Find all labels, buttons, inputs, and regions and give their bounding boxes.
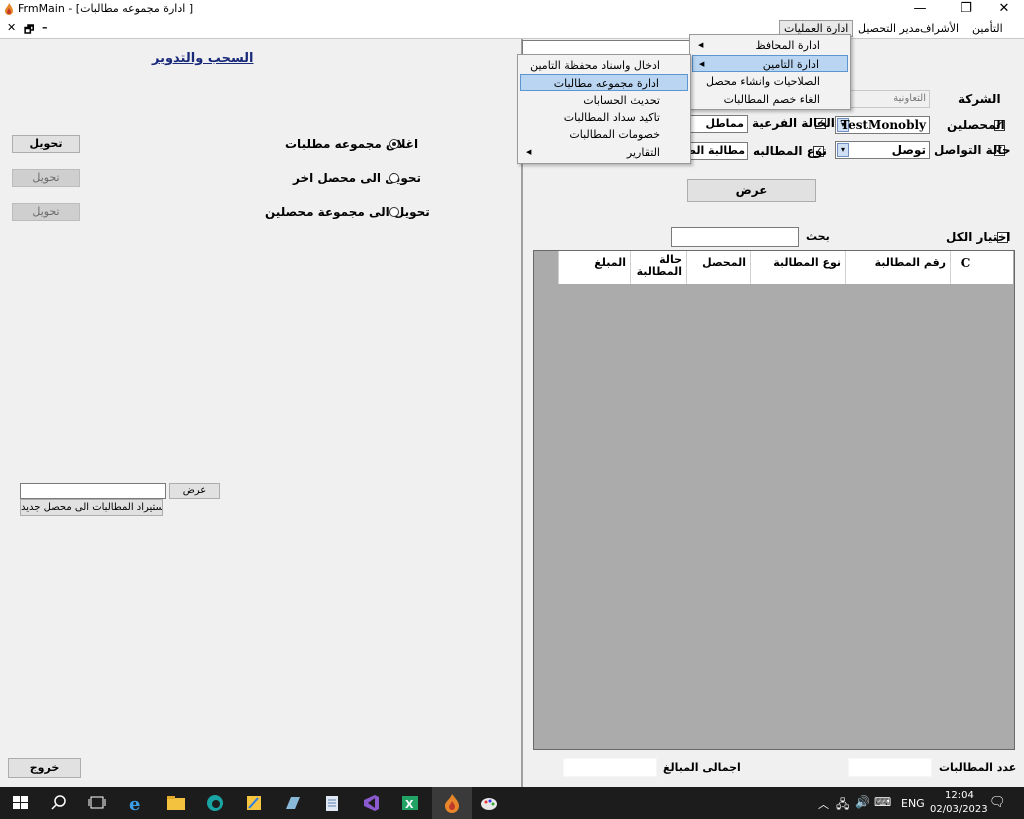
- insurance-submenu: ادخال واسناد محفظة التامين ادارة مجموعه …: [517, 54, 691, 164]
- grid-col-row-select: [980, 251, 1013, 284]
- import-path-input[interactable]: [20, 483, 166, 499]
- keyboard-icon[interactable]: ⌨: [874, 795, 891, 809]
- contact-status-value: توصل: [891, 143, 926, 157]
- app-flame-icon: [5, 3, 13, 15]
- branch-status-label: الحالة الفرعية: [752, 116, 835, 130]
- menu-item-claim-discounts[interactable]: خصومات المطالبات: [520, 126, 688, 143]
- import-claims-button[interactable]: استيراد المطالبات الى محصل جديد: [20, 499, 163, 516]
- claim-type-value: مطالبة الطرف: [691, 144, 745, 157]
- excel-icon[interactable]: X: [399, 793, 421, 813]
- claims-count-field: [848, 758, 932, 777]
- network-icon[interactable]: 🖧: [836, 795, 849, 816]
- menu-item-reports[interactable]: ◀ التقارير: [520, 144, 688, 161]
- menu-item-confirm-payment[interactable]: تاكيد سداد المطالبات: [520, 109, 688, 126]
- contact-status-label: حالة التواصل: [934, 143, 1011, 157]
- windows-start-icon[interactable]: [10, 793, 32, 813]
- title-bar: FrmMain - [ادارة مجموعه مطالبات ] — ❐ ✕: [0, 0, 1024, 19]
- company-label: الشركة: [958, 92, 1001, 106]
- transfer-button-2[interactable]: تحويل: [12, 169, 80, 187]
- total-amounts-label: اجمالى المبالغ: [663, 761, 741, 774]
- submenu-arrow-icon: ◀: [699, 60, 705, 68]
- search-label: بحث: [806, 230, 830, 243]
- option-collector-group-radio[interactable]: [389, 207, 399, 217]
- option-other-collector-radio[interactable]: [389, 173, 399, 183]
- minimize-button[interactable]: —: [900, 1, 940, 18]
- svg-text:e: e: [129, 794, 140, 813]
- total-amounts-field: [563, 758, 657, 777]
- tray-language[interactable]: ENG: [901, 797, 925, 810]
- mdi-minimize-icon[interactable]: –: [42, 21, 48, 34]
- right-show-button[interactable]: عرض: [687, 179, 816, 202]
- exit-button[interactable]: خروج: [8, 758, 81, 778]
- claims-count-label: عدد المطالبات: [939, 761, 1017, 774]
- submenu-arrow-icon: ◀: [698, 41, 704, 49]
- database-tool-icon[interactable]: [282, 793, 304, 813]
- operations-menu: ◀ ادارة المحافظ ◀ ادارة التامين الصلاحيات …: [689, 34, 851, 110]
- grid-col-claim-type[interactable]: نوع المطالبة: [750, 251, 845, 284]
- tray-chevron-icon[interactable]: ︿: [818, 796, 829, 812]
- claim-type-combo[interactable]: مطالبة الطرف: [690, 142, 748, 160]
- menu-insurance[interactable]: التأمين: [968, 21, 1007, 36]
- grid-col-claim-status[interactable]: حالة المطالبة: [630, 251, 686, 284]
- window-title: FrmMain - [ادارة مجموعه مطالبات ]: [18, 2, 194, 15]
- option-collector-group-label: تحويل الى مجموعة محصلين: [265, 205, 430, 219]
- transfer-button-3[interactable]: تحويل: [12, 203, 80, 221]
- clock-date[interactable]: 02/03/2023: [930, 804, 988, 815]
- search-icon[interactable]: [48, 793, 70, 813]
- menu-item-enter-portfolio[interactable]: ادخال واسناد محفظة التامين: [520, 57, 688, 74]
- menu-bar: ✕ 🗗 – التأمين الأشراف مدير التحصيل ادارة…: [0, 19, 1024, 39]
- clock-time[interactable]: 12:04: [945, 790, 974, 801]
- menu-item-update-accounts[interactable]: تحديث الحسابات: [520, 92, 688, 109]
- menu-collection-manager[interactable]: مدير التحصيل: [854, 21, 924, 36]
- restore-button[interactable]: ❐: [946, 1, 986, 18]
- option-other-collector-label: تحويل الى محصل اخر: [293, 171, 422, 185]
- internet-explorer-icon[interactable]: e: [126, 793, 148, 813]
- left-show-button[interactable]: عرض: [169, 483, 220, 499]
- visual-studio-icon[interactable]: [360, 793, 382, 813]
- section-heading: السحب والتدوير: [152, 51, 254, 66]
- grid-col-c[interactable]: C: [950, 251, 980, 284]
- file-explorer-icon[interactable]: [165, 793, 187, 813]
- grid-col-amount[interactable]: المبلغ: [558, 251, 630, 284]
- option-close-group-radio[interactable]: [389, 139, 399, 149]
- select-all-label: اختيار الكل: [946, 230, 1011, 244]
- menu-item-claims-group[interactable]: ادارة مجموعه مطالبات: [520, 74, 688, 91]
- claim-type-label: نوع المطالبه: [753, 144, 827, 158]
- transfer-button-1[interactable]: تحويل: [12, 135, 80, 153]
- branch-status-combo[interactable]: مماطل: [690, 115, 748, 133]
- grid-col-collector[interactable]: المحصل: [686, 251, 750, 284]
- paint-palette-icon[interactable]: [478, 793, 500, 813]
- collectors-value: TestMonobly: [840, 118, 926, 132]
- submenu-arrow-icon: ◀: [526, 148, 532, 156]
- taskbar: [0, 787, 1024, 819]
- menu-item-cancel-discount[interactable]: الغاء خصم المطالبات: [692, 91, 848, 108]
- task-view-icon[interactable]: [86, 793, 108, 813]
- notifications-icon[interactable]: 🗨: [989, 795, 1006, 810]
- collectors-label: المحصلين: [947, 118, 1005, 132]
- collectors-combo[interactable]: ▾ TestMonobly: [835, 116, 930, 134]
- paint-tool-icon[interactable]: [243, 793, 265, 813]
- grid-header: C رقم المطالبة نوع المطالبة المحصل حالة …: [558, 251, 1013, 284]
- mdi-close-icon[interactable]: ✕: [7, 21, 16, 34]
- menu-item-permissions[interactable]: الصلاحيات وانشاء محصل: [692, 73, 848, 90]
- chevron-down-icon[interactable]: ▾: [837, 143, 849, 157]
- notepad-icon[interactable]: [321, 793, 343, 813]
- menu-item-insurance-mgmt[interactable]: ◀ ادارة التامين: [692, 55, 848, 72]
- branch-status-value: مماطل: [705, 117, 745, 130]
- company-field[interactable]: التعاونية: [848, 90, 930, 108]
- svg-text:X: X: [405, 798, 414, 811]
- edge-browser-icon[interactable]: [204, 793, 226, 813]
- search-input[interactable]: [671, 227, 799, 247]
- contact-status-combo[interactable]: ▾ توصل: [835, 141, 930, 159]
- grid-col-claim-number[interactable]: رقم المطالبة: [845, 251, 950, 284]
- close-button[interactable]: ✕: [984, 1, 1024, 18]
- mdi-restore-icon[interactable]: 🗗: [24, 21, 34, 40]
- app-flame-icon[interactable]: [441, 793, 463, 813]
- menu-item-portfolios[interactable]: ◀ ادارة المحافظ: [692, 37, 848, 54]
- volume-icon[interactable]: 🔊: [855, 795, 870, 809]
- claims-grid[interactable]: C رقم المطالبة نوع المطالبة المحصل حالة …: [533, 250, 1015, 750]
